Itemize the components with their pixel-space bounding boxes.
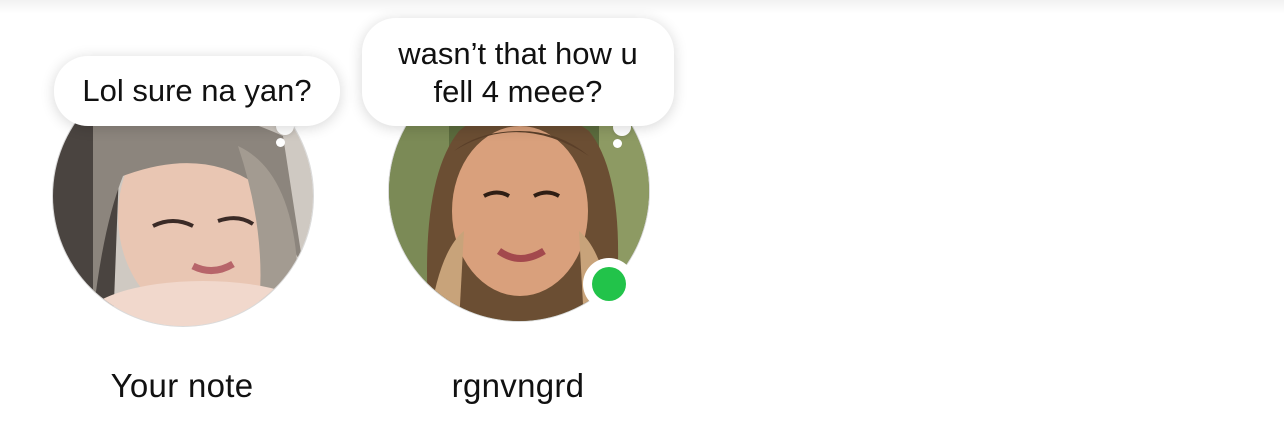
online-status-indicator bbox=[583, 258, 635, 310]
note-label: Your note bbox=[110, 367, 254, 404]
bubble-tail-small bbox=[613, 139, 622, 148]
online-status-dot bbox=[592, 267, 626, 301]
bubble-tail-small bbox=[276, 138, 285, 147]
note-bubble[interactable]: Lol sure na yan? bbox=[54, 56, 340, 126]
note-card-rgnvngrd[interactable]: wasn’t that how u fell 4 meee? rgnvngrd bbox=[358, 0, 678, 421]
note-bubble[interactable]: wasn’t that how u fell 4 meee? bbox=[362, 18, 674, 126]
note-card-your-note[interactable]: Lol sure na yan? Your note bbox=[22, 0, 342, 421]
username-label: rgnvngrd bbox=[451, 367, 585, 404]
